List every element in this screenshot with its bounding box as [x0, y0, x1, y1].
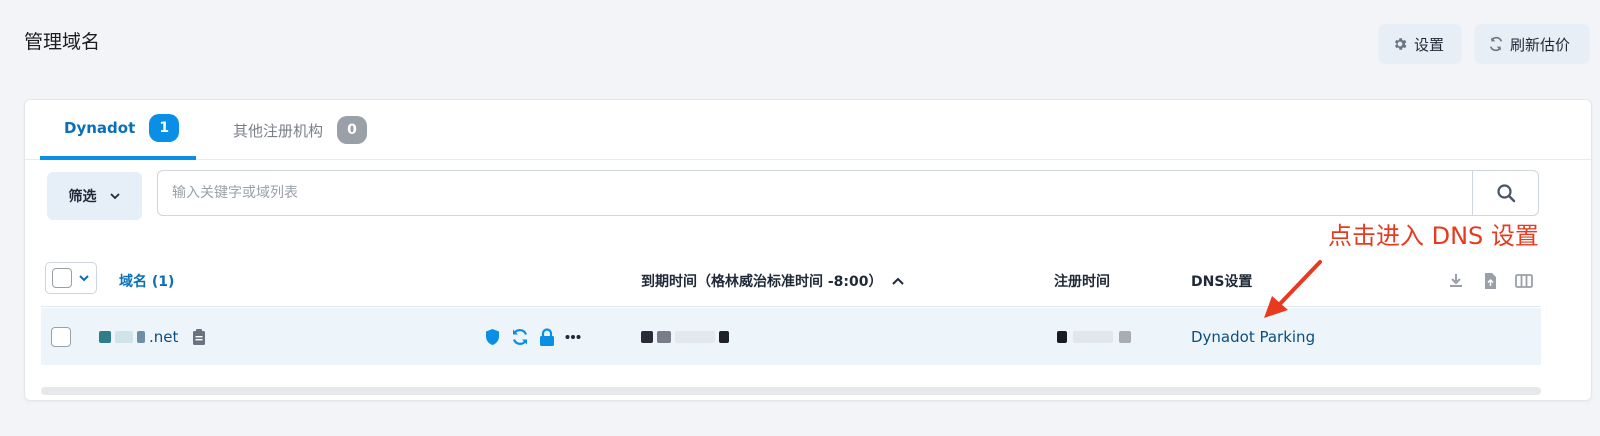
search-box	[157, 170, 1539, 216]
download-icon[interactable]	[1447, 272, 1465, 290]
redacted-block	[1057, 330, 1067, 343]
clipboard-icon[interactable]	[192, 328, 206, 345]
registrar-tabs: Dynadot 1 其他注册机构 0	[25, 100, 1591, 160]
more-options-icon[interactable]	[565, 334, 581, 340]
redacted-block	[115, 330, 133, 343]
refresh-valuation-button[interactable]: 刷新估价	[1474, 24, 1590, 64]
horizontal-scrollbar[interactable]	[41, 387, 1541, 395]
column-header-domain[interactable]: 域名 (1)	[119, 255, 174, 307]
redacted-block	[1073, 330, 1113, 343]
page-title: 管理域名	[24, 31, 101, 53]
expiry-cell	[641, 308, 729, 365]
tab-other-registrars[interactable]: 其他注册机构 0	[233, 100, 368, 160]
redacted-block	[641, 330, 653, 343]
redacted-block	[1119, 330, 1131, 343]
tab-dynadot[interactable]: Dynadot 1	[40, 100, 196, 160]
domain-status-icons	[484, 308, 581, 365]
file-export-icon[interactable]	[1481, 272, 1499, 290]
redacted-block	[137, 330, 145, 343]
annotation-text: 点击进入 DNS 设置	[1328, 222, 1539, 250]
count-badge: 0	[337, 116, 368, 144]
count-badge: 1	[149, 114, 180, 142]
chevron-up-icon	[891, 277, 904, 285]
tab-label: 其他注册机构	[233, 121, 324, 140]
registered-cell	[1057, 308, 1131, 365]
chevron-down-icon	[79, 275, 89, 282]
tab-label: Dynadot	[64, 119, 136, 137]
row-select-cell	[51, 308, 71, 365]
filter-label: 筛选	[68, 189, 97, 205]
gear-icon	[1394, 38, 1407, 50]
annotation-arrow-icon	[1264, 260, 1322, 318]
redacted-block	[719, 330, 729, 343]
column-header-dns[interactable]: DNS设置	[1191, 255, 1252, 307]
shield-icon[interactable]	[484, 328, 501, 346]
dns-settings-link[interactable]: Dynadot Parking	[1191, 328, 1315, 346]
search-button[interactable]	[1472, 171, 1538, 215]
table-tools	[1447, 255, 1541, 307]
redacted-block	[675, 330, 715, 343]
column-header-expiry-label: 到期时间（格林威治标准时间 -8:00）	[641, 274, 883, 290]
domain-cell: .net	[99, 308, 206, 365]
chevron-down-icon	[109, 193, 120, 200]
select-all-dropdown[interactable]	[45, 262, 97, 294]
auto-renew-icon[interactable]	[511, 328, 529, 346]
filter-button[interactable]: 筛选	[47, 172, 142, 220]
column-header-expiry[interactable]: 到期时间（格林威治标准时间 -8:00）	[641, 255, 905, 307]
lock-icon[interactable]	[539, 327, 555, 346]
row-checkbox[interactable]	[51, 326, 71, 347]
settings-button[interactable]: 设置	[1378, 24, 1462, 64]
select-all-checkbox[interactable]	[52, 268, 72, 288]
refresh-icon	[1489, 36, 1503, 52]
redacted-block	[657, 330, 671, 343]
search-input[interactable]	[158, 171, 1458, 215]
settings-label: 设置	[1414, 35, 1445, 54]
redacted-block	[99, 330, 111, 343]
domain-name-link[interactable]: .net	[149, 328, 178, 346]
column-header-registered[interactable]: 注册时间	[1054, 255, 1110, 307]
search-icon	[1496, 184, 1515, 203]
columns-icon[interactable]	[1515, 272, 1533, 290]
refresh-label: 刷新估价	[1510, 35, 1571, 54]
